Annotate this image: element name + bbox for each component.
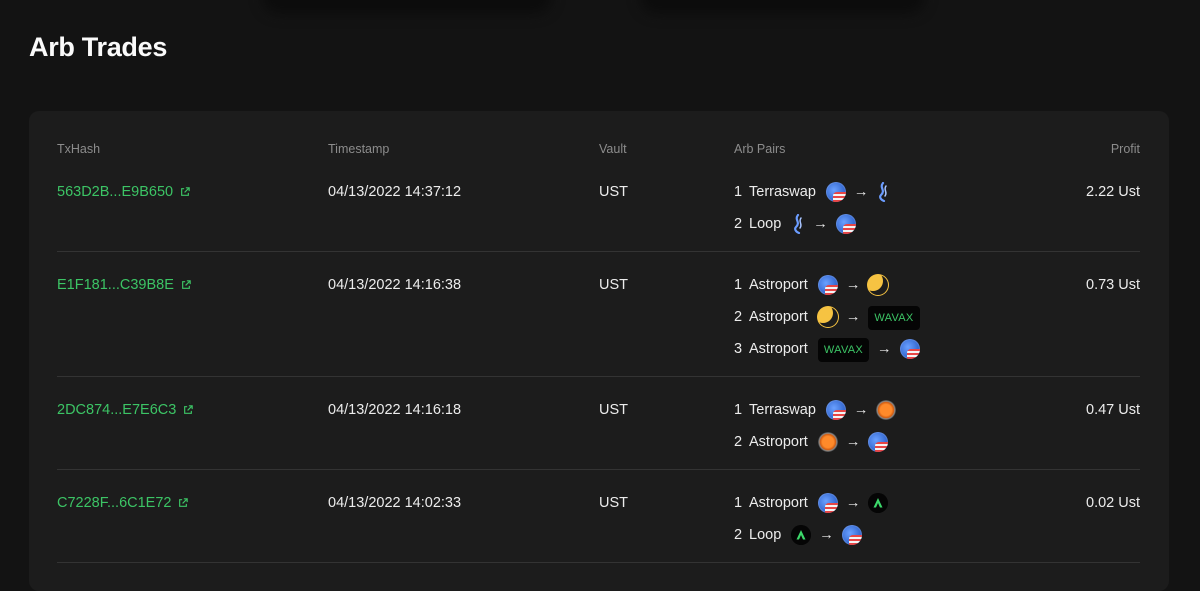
arrow: →	[845, 277, 861, 293]
green-arrow-token-icon	[868, 493, 889, 513]
vault-cell: UST	[599, 495, 628, 511]
luna-token-icon	[817, 307, 838, 327]
external-link-icon	[179, 498, 189, 507]
arrow: →	[845, 309, 861, 325]
step-number: 1	[734, 184, 743, 200]
dex-name: Astroport	[749, 341, 808, 357]
dex-name: Loop	[749, 527, 782, 543]
vault-cell: UST	[599, 184, 628, 200]
arrow: →	[813, 216, 828, 232]
top-nav-shadow-left	[262, 0, 552, 14]
external-link-icon	[181, 187, 190, 196]
ust-token-icon	[817, 493, 838, 513]
step-number: 3	[734, 341, 743, 357]
arb-step: 3 Astroport WAVAX →	[734, 338, 920, 372]
arb-step: 1 Astroport →	[734, 275, 920, 308]
txhash-link[interactable]: 563D2B...E9B650	[57, 183, 190, 201]
ust-token-icon	[825, 400, 846, 420]
timestamp-cell: 04/13/2022 14:16:38	[328, 277, 462, 293]
table-row: 2DC874...E7E6C3 04/13/2022 14:16:18 UST …	[57, 400, 1140, 470]
header-txhash: TxHash	[57, 142, 101, 156]
header-vault: Vault	[599, 142, 627, 156]
arb-step: 1 Astroport →	[734, 493, 889, 526]
external-link-icon	[181, 280, 191, 289]
arb-pairs-cell: 1 Astroport → 2 Loop →	[734, 493, 889, 558]
step-number: 2	[734, 216, 743, 232]
timestamp-cell: 04/13/2022 14:02:33	[328, 495, 462, 511]
dex-name: Astroport	[749, 277, 808, 293]
step-number: 2	[734, 434, 743, 450]
ust-token-icon	[841, 525, 862, 545]
txhash-link[interactable]: E1F181...C39B8E	[57, 276, 191, 294]
txhash-link[interactable]: C7228F...6C1E72	[57, 494, 189, 512]
ust-token-icon	[817, 275, 838, 295]
txhash-link[interactable]: 2DC874...E7E6C3	[57, 401, 194, 419]
arrow: →	[845, 495, 861, 511]
step-number: 1	[734, 402, 743, 418]
header-arb-pairs: Arb Pairs	[734, 142, 786, 156]
timestamp-cell: 04/13/2022 14:16:18	[328, 402, 462, 418]
arb-step: 1 Terraswap →	[734, 182, 890, 215]
green-arrow-token-icon	[791, 525, 812, 545]
ust-token-icon	[825, 182, 846, 202]
arrow: →	[853, 184, 869, 200]
orange-orb-token-icon	[876, 400, 897, 420]
arb-step: 2 Loop →	[734, 214, 890, 247]
table-header: TxHash Timestamp Vault Arb Pairs Profit	[29, 142, 1169, 158]
dex-name: Astroport	[749, 495, 808, 511]
arb-step: 1 Terraswap →	[734, 400, 897, 433]
wavax-token-badge: WAVAX	[868, 306, 920, 330]
table-row: E1F181...C39B8E 04/13/2022 14:16:38 UST …	[57, 275, 1140, 377]
orange-orb-token-icon	[817, 432, 838, 452]
vault-cell: UST	[599, 277, 628, 293]
profit-cell: 0.73 Ust	[1086, 277, 1140, 293]
txhash-text: 2DC874...E7E6C3	[57, 402, 177, 418]
dex-name: Terraswap	[749, 402, 816, 418]
step-number: 2	[734, 527, 743, 543]
top-nav-shadow-right	[640, 0, 925, 14]
timestamp-cell: 04/13/2022 14:37:12	[328, 184, 462, 200]
arrow: →	[819, 527, 834, 543]
profit-cell: 2.22 Ust	[1086, 184, 1140, 200]
arb-pairs-cell: 1 Astroport → 2 Astroport → WAVAX 3 Astr…	[734, 275, 920, 372]
table-row: C7228F...6C1E72 04/13/2022 14:02:33 UST …	[57, 493, 1140, 563]
ust-token-icon	[835, 214, 856, 234]
arb-step: 2 Loop →	[734, 525, 888, 558]
profit-cell: 0.02 Ust	[1086, 495, 1140, 511]
step-number: 1	[734, 277, 743, 293]
arrow: →	[877, 341, 892, 357]
dex-name: Loop	[749, 216, 782, 232]
step-number: 1	[734, 495, 743, 511]
arb-trades-table: TxHash Timestamp Vault Arb Pairs Profit …	[29, 111, 1169, 591]
page-title: Arb Trades	[29, 32, 168, 62]
dex-name: Astroport	[749, 309, 808, 325]
wave-token-icon	[879, 182, 888, 202]
dex-name: Astroport	[749, 434, 808, 450]
header-profit: Profit	[1110, 142, 1140, 156]
luna-token-icon	[868, 275, 889, 295]
arb-step: 2 Astroport →	[734, 432, 896, 465]
txhash-text: 563D2B...E9B650	[57, 184, 174, 200]
arb-pairs-cell: 1 Terraswap → 2 Astroport →	[734, 400, 897, 465]
header-timestamp: Timestamp	[328, 142, 390, 156]
ust-token-icon	[899, 339, 920, 359]
step-number: 2	[734, 309, 743, 325]
table-row: 563D2B...E9B650 04/13/2022 14:37:12 UST …	[57, 182, 1140, 252]
wavax-token-badge: WAVAX	[817, 338, 870, 362]
arb-pairs-cell: 1 Terraswap → 2 Loop →	[734, 182, 890, 247]
profit-cell: 0.47 Ust	[1086, 402, 1140, 418]
txhash-text: C7228F...6C1E72	[57, 495, 172, 511]
vault-cell: UST	[599, 402, 628, 418]
arrow: →	[845, 434, 861, 450]
ust-token-icon	[868, 432, 889, 452]
arrow: →	[853, 402, 869, 418]
external-link-icon	[184, 405, 194, 414]
txhash-text: E1F181...C39B8E	[57, 277, 174, 293]
dex-name: Terraswap	[749, 184, 816, 200]
arb-step: 2 Astroport → WAVAX	[734, 306, 920, 340]
wave-token-icon	[794, 214, 803, 234]
